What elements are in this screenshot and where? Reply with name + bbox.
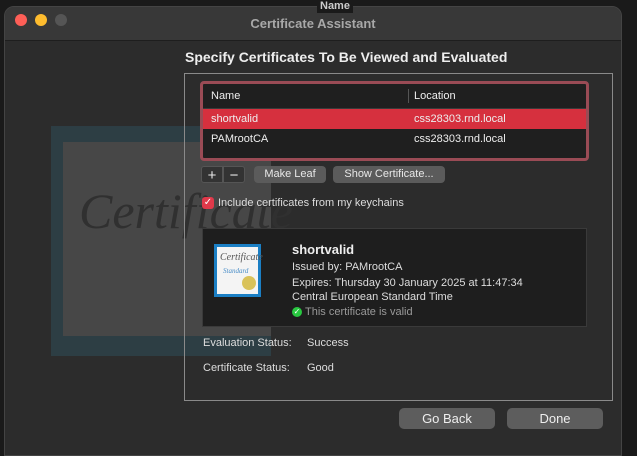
evaluation-status-value: Success: [307, 337, 349, 349]
show-certificate-button[interactable]: Show Certificate...: [333, 166, 445, 183]
remove-button[interactable]: −: [223, 166, 245, 184]
evaluation-status-label: Evaluation Status:: [203, 337, 292, 349]
certificate-status-label: Certificate Status:: [203, 362, 290, 374]
valid-check-icon: ✓: [292, 307, 302, 317]
background-window-header: Name: [317, 0, 353, 13]
validity-message: This certificate is valid: [305, 306, 413, 318]
icon-text-standard: Standard: [223, 267, 249, 275]
done-button[interactable]: Done: [507, 408, 603, 429]
go-back-button[interactable]: Go Back: [399, 408, 495, 429]
certificate-summary-panel: Certificate Standard shortvalid Issued b…: [202, 228, 587, 327]
window-title: Certificate Assistant: [250, 16, 376, 31]
seal-icon: [242, 276, 256, 290]
title-bar: Certificate Assistant: [5, 7, 621, 41]
certificate-assistant-window: Certificate Assistant Certificate Specif…: [4, 6, 622, 456]
column-divider: [408, 89, 409, 103]
add-button[interactable]: +: [201, 166, 223, 184]
timezone: Central European Standard Time: [292, 291, 453, 303]
table-row[interactable]: PAMrootCA css28303.rnd.local: [203, 129, 586, 149]
page-title: Specify Certificates To Be Viewed and Ev…: [185, 49, 508, 65]
column-header-name[interactable]: Name: [211, 84, 240, 108]
expires: Expires: Thursday 30 January 2025 at 11:…: [292, 277, 523, 289]
include-keychains-checkbox[interactable]: ✓: [202, 197, 214, 209]
make-leaf-button[interactable]: Make Leaf: [254, 166, 326, 183]
cell-name: shortvalid: [211, 113, 259, 125]
issued-by: Issued by: PAMrootCA: [292, 261, 403, 273]
certificate-status-value: Good: [307, 362, 334, 374]
cell-name: PAMrootCA: [211, 133, 269, 145]
include-keychains-label: Include certificates from my keychains: [218, 197, 404, 209]
certificate-icon: Certificate Standard: [214, 244, 263, 297]
certificate-name: shortvalid: [292, 242, 355, 257]
certificate-table[interactable]: Name Location shortvalid css28303.rnd.lo…: [200, 81, 589, 161]
cell-location: css28303.rnd.local: [414, 133, 506, 145]
column-header-location[interactable]: Location: [414, 84, 456, 108]
cell-location: css28303.rnd.local: [414, 113, 506, 125]
table-row[interactable]: shortvalid css28303.rnd.local: [203, 109, 586, 129]
icon-text-certificate: Certificate: [220, 252, 263, 263]
